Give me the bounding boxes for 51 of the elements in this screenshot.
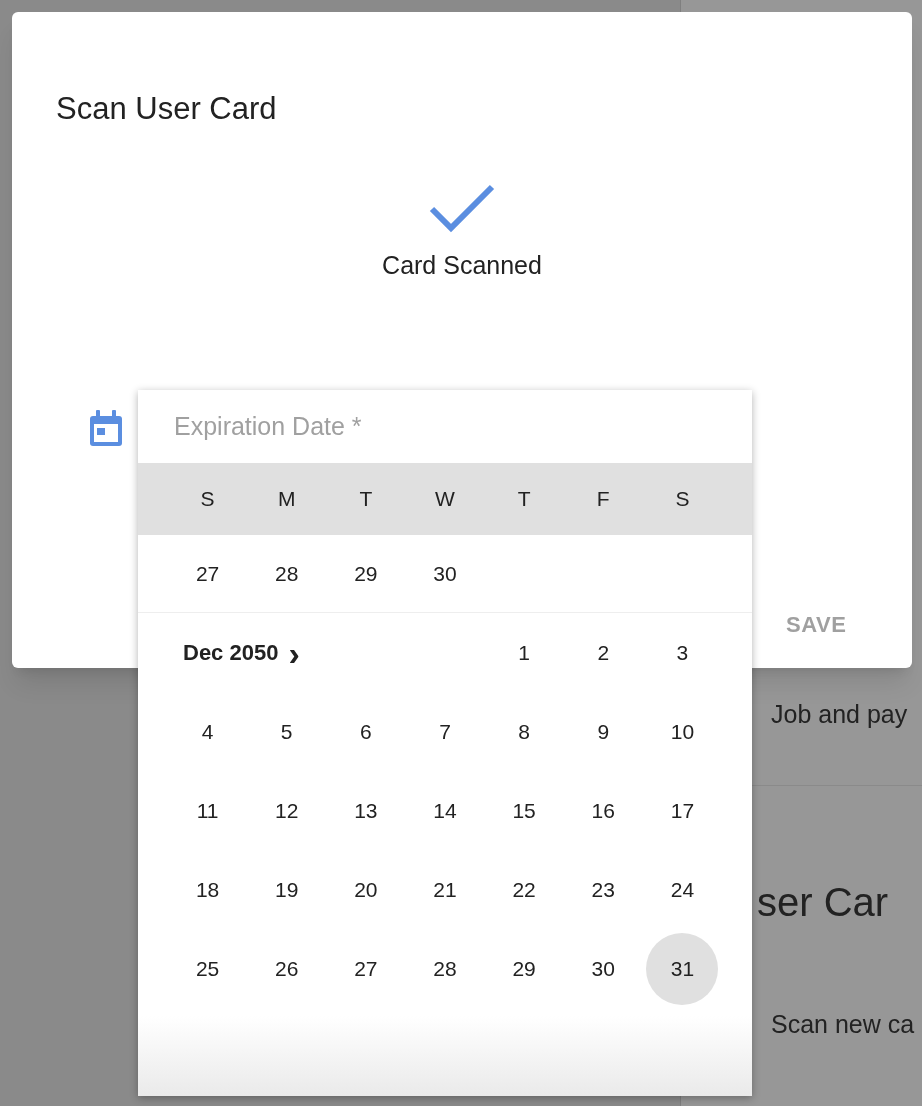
- day-cell[interactable]: 20: [329, 853, 402, 926]
- month-label: Dec 2050: [182, 639, 279, 667]
- day-cell[interactable]: 30: [409, 537, 481, 610]
- weekday-label: F: [596, 486, 610, 513]
- day-cell[interactable]: 29: [329, 537, 402, 610]
- page-text: Job and pay: [771, 699, 908, 730]
- day-cell[interactable]: 15: [488, 774, 561, 847]
- checkmark-icon: [429, 182, 495, 233]
- day-cell[interactable]: 7: [409, 695, 481, 768]
- day-cell[interactable]: 19: [250, 853, 323, 926]
- weekday-label: M: [277, 486, 296, 513]
- weekday-label: S: [200, 486, 215, 513]
- weekday-label: S: [675, 486, 690, 513]
- next-month-button[interactable]: ›: [288, 635, 300, 670]
- day-cell[interactable]: 14: [409, 774, 481, 847]
- dialog-title: Scan User Card: [56, 90, 278, 128]
- day-cell[interactable]: 2: [567, 616, 640, 689]
- page-heading: ser Car: [757, 879, 889, 926]
- day-cell[interactable]: 1: [488, 616, 561, 689]
- day-cell[interactable]: 6: [329, 695, 402, 768]
- day-cell[interactable]: 28: [250, 537, 323, 610]
- weekday-label: W: [435, 486, 455, 513]
- day-cell[interactable]: 11: [171, 774, 244, 847]
- day-cell[interactable]: 22: [488, 853, 561, 926]
- day-cell[interactable]: 18: [171, 853, 244, 926]
- day-cell[interactable]: 9: [567, 695, 640, 768]
- day-cell[interactable]: 8: [488, 695, 561, 768]
- calendar-icon: [88, 410, 124, 448]
- day-cell[interactable]: 29: [488, 932, 561, 1005]
- day-cell[interactable]: 17: [646, 774, 719, 847]
- day-cell[interactable]: 24: [646, 853, 719, 926]
- page-text: Scan new ca: [771, 1009, 915, 1040]
- day-cell[interactable]: 13: [329, 774, 402, 847]
- day-cell[interactable]: 5: [250, 695, 323, 768]
- day-cell[interactable]: 28: [409, 932, 481, 1005]
- weekday-label: T: [517, 486, 531, 513]
- day-cell[interactable]: 12: [250, 774, 323, 847]
- status-text: Card Scanned: [382, 249, 542, 281]
- day-cell[interactable]: 27: [171, 537, 244, 610]
- day-cell[interactable]: 21: [409, 853, 481, 926]
- weekday-label: T: [359, 486, 373, 513]
- day-cell[interactable]: 27: [329, 932, 402, 1005]
- day-cell[interactable]: 25: [171, 932, 244, 1005]
- day-cell[interactable]: 31: [646, 932, 719, 1005]
- day-cell[interactable]: 10: [646, 695, 719, 768]
- day-cell[interactable]: 16: [567, 774, 640, 847]
- day-cell[interactable]: 26: [250, 932, 323, 1005]
- day-cell[interactable]: 23: [567, 853, 640, 926]
- day-cell[interactable]: 30: [567, 932, 640, 1005]
- day-cell[interactable]: 3: [646, 616, 719, 689]
- day-cell[interactable]: 4: [171, 695, 244, 768]
